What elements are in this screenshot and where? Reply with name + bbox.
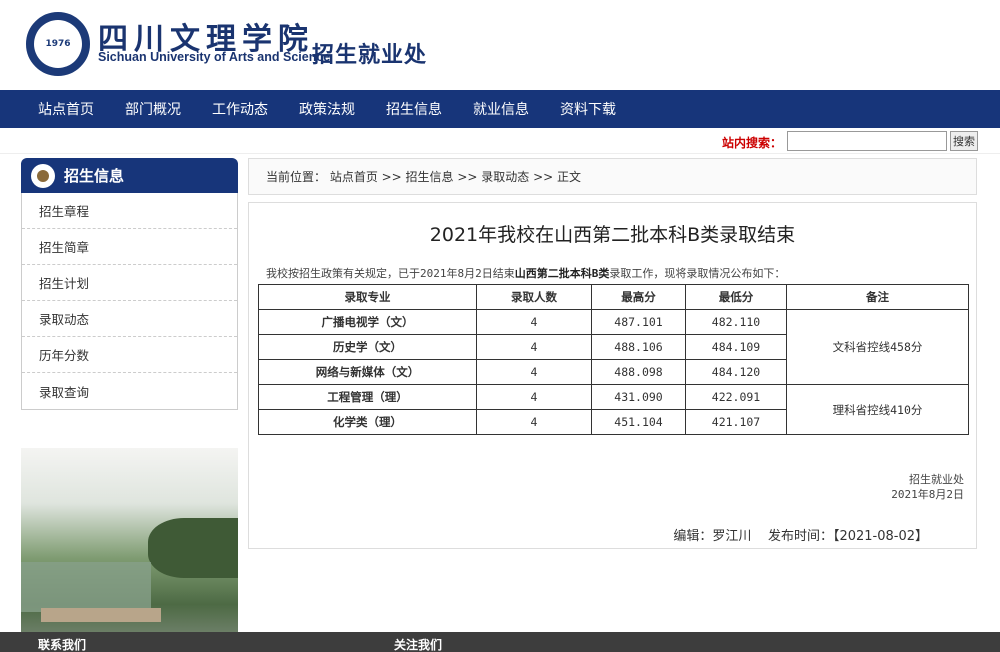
search-label: 站内搜索：: [722, 136, 783, 150]
sidebar-title: 招生信息: [64, 167, 125, 185]
sidebar-item-admission-news[interactable]: 录取动态: [22, 301, 237, 337]
intro-text-bold: 山西第二批本科B类: [514, 267, 610, 280]
table-header: 录取人数: [476, 284, 592, 310]
sidebar-item-query[interactable]: 录取查询: [22, 373, 237, 409]
table-header-row: 录取专业 录取人数 最高分 最低分 备注: [258, 284, 969, 310]
table-cell: 4: [476, 309, 592, 335]
signature-dept: 招生就业处: [909, 473, 964, 486]
nav-item-downloads[interactable]: 资料下载: [560, 99, 616, 119]
table-cell: 4: [476, 409, 592, 435]
table-cell-note: 理科省控线410分: [786, 384, 969, 435]
school-name-en: Sichuan University of Arts and Science: [98, 50, 331, 64]
table-row: 广播电视学（文） 4 487.101 482.110 文科省控线458分: [258, 309, 969, 385]
intro-text-pre: 我校按招生政策有关规定，已于2021年8月2日结束: [266, 267, 515, 280]
sidebar-item-charter[interactable]: 招生章程: [22, 193, 237, 229]
table-cell: 4: [476, 384, 592, 410]
table-cell: 422.091: [685, 384, 787, 410]
article-meta: 编辑：罗江川 发布时间：【2021-08-02】: [673, 525, 928, 544]
table-cell: 4: [476, 359, 592, 385]
footer-contact[interactable]: 联系我们: [38, 636, 86, 652]
search-input[interactable]: [787, 131, 947, 151]
sidebar-item-plan[interactable]: 招生计划: [22, 265, 237, 301]
table-cell: 历史学（文）: [258, 334, 477, 360]
sidebar: 招生信息 招生章程 招生简章 招生计划 录取动态 历年分数 录取查询: [21, 158, 238, 632]
table-cell: 482.110: [685, 309, 787, 335]
table-cell: 451.104: [591, 409, 686, 435]
nav-item-policy[interactable]: 政策法规: [299, 99, 355, 119]
intro-text-post: 录取工作，现将录取情况公布如下：: [609, 267, 786, 280]
user-icon: [31, 164, 55, 188]
table-row: 工程管理（理） 4 431.090 422.091 理科省控线410分: [258, 384, 969, 435]
table-cell: 431.090: [591, 384, 686, 410]
nav-item-about[interactable]: 部门概况: [125, 99, 181, 119]
logo-year: 1976: [34, 20, 82, 68]
table-cell: 广播电视学（文）: [258, 309, 477, 335]
department-name: 招生就业处: [312, 43, 428, 68]
sidebar-list: 招生章程 招生简章 招生计划 录取动态 历年分数 录取查询: [21, 193, 238, 410]
table-cell: 化学类（理）: [258, 409, 477, 435]
signature-date: 2021年8月2日: [891, 488, 964, 501]
sidebar-item-brochure[interactable]: 招生简章: [22, 229, 237, 265]
footer-follow[interactable]: 关注我们: [394, 636, 442, 652]
nav-item-employment[interactable]: 就业信息: [473, 99, 529, 119]
photo-deck: [41, 608, 161, 622]
table-cell: 487.101: [591, 309, 686, 335]
campus-photo: [21, 448, 238, 632]
table-header: 录取专业: [258, 284, 477, 310]
main-nav: 站点首页 部门概况 工作动态 政策法规 招生信息 就业信息 资料下载: [0, 90, 1000, 128]
photo-trees: [148, 518, 238, 578]
table-cell: 484.109: [685, 334, 787, 360]
table-cell: 4: [476, 334, 592, 360]
table-cell-note: 文科省控线458分: [786, 309, 969, 385]
table-cell: 421.107: [685, 409, 787, 435]
main-area: 招生信息 招生章程 招生简章 招生计划 录取动态 历年分数 录取查询 当前位置：…: [0, 154, 1000, 632]
sidebar-header: 招生信息: [21, 158, 238, 193]
sidebar-item-past-scores[interactable]: 历年分数: [22, 337, 237, 373]
table-header: 备注: [786, 284, 969, 310]
article-intro: 我校按招生政策有关规定，已于2021年8月2日结束山西第二批本科B类录取工作，现…: [266, 265, 976, 281]
site-header: 1976 四川文理学院 Sichuan University of Arts a…: [0, 0, 1000, 90]
site-footer: 联系我们 关注我们: [0, 632, 1000, 652]
table-cell: 工程管理（理）: [258, 384, 477, 410]
table-cell: 484.120: [685, 359, 787, 385]
nav-item-home[interactable]: 站点首页: [38, 99, 94, 119]
search-bar: 站内搜索： 搜索: [0, 128, 1000, 154]
table-cell: 网络与新媒体（文）: [258, 359, 477, 385]
article-title: 2021年我校在山西第二批本科B类录取结束: [429, 224, 796, 246]
results-table: 录取专业 录取人数 最高分 最低分 备注 广播电视学（文） 4 487.101 …: [258, 284, 969, 435]
breadcrumb: 当前位置： 站点首页 >> 招生信息 >> 录取动态 >> 正文: [248, 158, 977, 195]
publish-time: 发布时间：【2021-08-02】: [767, 529, 928, 544]
nav-item-news[interactable]: 工作动态: [212, 99, 268, 119]
nav-item-admissions[interactable]: 招生信息: [386, 99, 442, 119]
photo-water: [21, 562, 151, 612]
editor-label: 编辑：罗江川: [673, 529, 752, 544]
table-header: 最低分: [685, 284, 787, 310]
table-header: 最高分: [591, 284, 686, 310]
search-button[interactable]: 搜索: [950, 131, 978, 151]
article: 2021年我校在山西第二批本科B类录取结束 我校按招生政策有关规定，已于2021…: [248, 202, 977, 549]
school-logo[interactable]: 1976: [26, 12, 90, 76]
table-cell: 488.098: [591, 359, 686, 385]
table-cell: 488.106: [591, 334, 686, 360]
